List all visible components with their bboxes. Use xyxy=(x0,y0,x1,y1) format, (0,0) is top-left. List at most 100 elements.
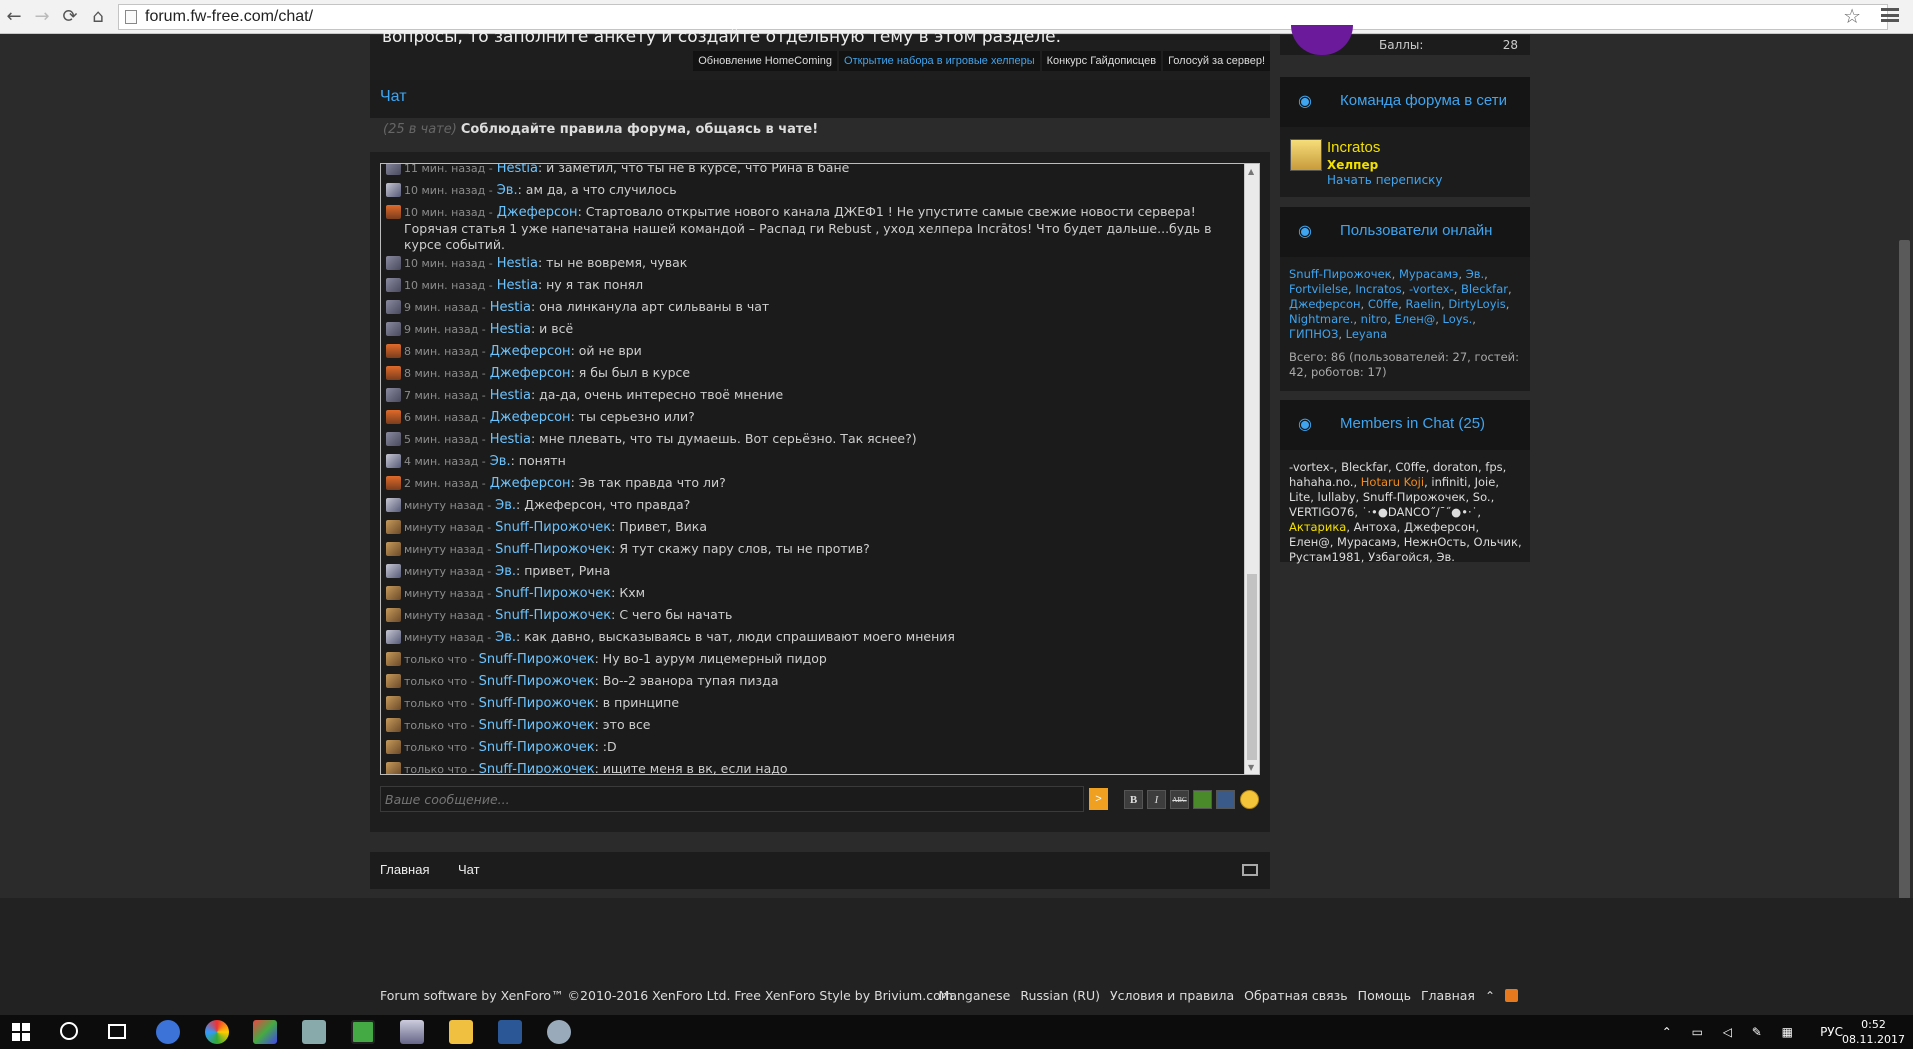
avatar[interactable] xyxy=(386,630,401,644)
word-app-icon[interactable] xyxy=(498,1020,522,1044)
chat-messages-box[interactable]: 11 мин. назад - Hestia: и заметил, что т… xyxy=(380,163,1260,775)
reload-button[interactable]: ⟳ xyxy=(56,3,84,31)
online-user-link[interactable]: Мурасамэ xyxy=(1399,267,1458,281)
avatar[interactable] xyxy=(386,674,401,688)
send-button[interactable]: > xyxy=(1089,788,1108,810)
smiley-icon[interactable] xyxy=(1240,790,1259,809)
message-author[interactable]: Эв. xyxy=(490,454,511,469)
avatar[interactable] xyxy=(1290,139,1322,171)
message-input[interactable] xyxy=(380,786,1084,812)
message-author[interactable]: Hestia xyxy=(497,278,538,293)
app-icon[interactable] xyxy=(547,1020,571,1044)
avatar[interactable] xyxy=(386,476,401,490)
clock[interactable]: 0:52 08.11.2017 xyxy=(1842,1017,1905,1047)
message-author[interactable]: Snuff-Пирожочек xyxy=(495,542,611,557)
avatar[interactable] xyxy=(386,432,401,446)
message-author[interactable]: Snuff-Пирожочек xyxy=(479,674,595,689)
chat-member-link[interactable]: doraton xyxy=(1433,460,1478,474)
message-author[interactable]: Hestia xyxy=(497,164,538,176)
online-user-link[interactable]: ГИПНОЗ xyxy=(1289,327,1338,341)
avatar[interactable] xyxy=(386,498,401,512)
avatar[interactable] xyxy=(386,183,401,197)
task-view-icon[interactable] xyxy=(108,1024,126,1039)
chat-member-link[interactable]: lullaby xyxy=(1318,490,1356,504)
message-author[interactable]: Snuff-Пирожочек xyxy=(495,586,611,601)
system-tray-icons[interactable]: ⌃ ▭ ◁ ✎ ▦ xyxy=(1662,1025,1801,1039)
chrome-app-icon[interactable] xyxy=(205,1020,229,1044)
avatar[interactable] xyxy=(386,410,401,424)
avatar[interactable] xyxy=(1291,25,1353,55)
footer-link-language[interactable]: Russian (RU) xyxy=(1020,988,1100,1003)
chat-member-link[interactable]: C0ffe xyxy=(1395,460,1425,474)
message-author[interactable]: Hestia xyxy=(497,256,538,271)
footer-link-contact[interactable]: Обратная связь xyxy=(1244,988,1348,1003)
search-icon[interactable] xyxy=(60,1022,78,1040)
browser-menu-icon[interactable] xyxy=(1881,6,1899,24)
message-author[interactable]: Snuff-Пирожочек xyxy=(495,608,611,623)
online-user-link[interactable]: -vortex- xyxy=(1409,282,1454,296)
message-author[interactable]: Эв. xyxy=(495,630,516,645)
message-author[interactable]: Hestia xyxy=(490,388,531,403)
home-button[interactable]: ⌂ xyxy=(84,3,112,31)
message-author[interactable]: Hestia xyxy=(490,432,531,447)
avatar[interactable] xyxy=(386,608,401,622)
chat-member-link[interactable]: Эв. xyxy=(1436,550,1454,564)
chat-member-link[interactable]: Елен@ xyxy=(1289,535,1330,549)
chat-member-link[interactable]: infiniti xyxy=(1431,475,1467,489)
chat-member-link[interactable]: Lite xyxy=(1289,490,1310,504)
avatar[interactable] xyxy=(386,388,401,402)
avatar[interactable] xyxy=(386,256,401,270)
start-conversation-link[interactable]: Начать переписку xyxy=(1327,173,1443,187)
strike-button[interactable]: ABC xyxy=(1170,790,1189,809)
bold-button[interactable]: B xyxy=(1124,790,1143,809)
message-author[interactable]: Snuff-Пирожочек xyxy=(479,718,595,733)
message-author[interactable]: Hestia xyxy=(490,322,531,337)
avatar[interactable] xyxy=(386,366,401,380)
message-author[interactable]: Snuff-Пирожочек xyxy=(479,762,595,774)
online-user-link[interactable]: C0ffe xyxy=(1368,297,1398,311)
scroll-down-icon[interactable]: ▼ xyxy=(1248,763,1254,772)
online-user-link[interactable]: Leyana xyxy=(1346,327,1387,341)
avatar[interactable] xyxy=(386,696,401,710)
avatar[interactable] xyxy=(386,344,401,358)
chat-member-link[interactable]: НежнОсть xyxy=(1404,535,1466,549)
app-icon[interactable] xyxy=(302,1020,326,1044)
avatar[interactable] xyxy=(386,718,401,732)
message-author[interactable]: Джеферсон xyxy=(490,476,571,491)
message-author[interactable]: Джеферсон xyxy=(497,205,578,220)
online-user-link[interactable]: Джеферсон xyxy=(1289,297,1361,311)
avatar[interactable] xyxy=(386,586,401,600)
forward-button[interactable]: → xyxy=(28,3,56,31)
notice-link[interactable]: Голосуй за сервер! xyxy=(1163,51,1270,71)
rss-icon[interactable] xyxy=(1505,989,1518,1002)
browser-app-icon[interactable] xyxy=(156,1020,180,1044)
back-button[interactable]: ← xyxy=(0,3,28,31)
online-user-link[interactable]: Incratos xyxy=(1355,282,1401,296)
chat-member-link[interactable]: Ольчик xyxy=(1474,535,1518,549)
online-user-link[interactable]: Елен@ xyxy=(1395,312,1436,326)
online-user-link[interactable]: DirtyLoyis xyxy=(1448,297,1505,311)
chat-member-link[interactable]: fps xyxy=(1485,460,1502,474)
chat-member-link[interactable]: Актарика xyxy=(1289,520,1346,534)
chat-member-link[interactable]: Рустам1981 xyxy=(1289,550,1361,564)
page-scrollbar-thumb[interactable] xyxy=(1899,240,1910,1010)
windows-start-icon[interactable] xyxy=(12,1023,30,1041)
avatar[interactable] xyxy=(386,322,401,336)
address-bar[interactable]: forum.fw-free.com/chat/ xyxy=(118,3,1888,30)
chat-member-link[interactable]: ˙·•●DANCO˝/¯˝●•·˙ xyxy=(1362,505,1478,519)
online-user-link[interactable]: Snuff-Пирожочек xyxy=(1289,267,1392,281)
image-icon[interactable] xyxy=(1193,790,1212,809)
nvidia-app-icon[interactable] xyxy=(351,1020,375,1044)
avatar[interactable] xyxy=(386,278,401,292)
footer-link-terms[interactable]: Условия и правила xyxy=(1110,988,1234,1003)
chat-member-link[interactable]: -vortex- xyxy=(1289,460,1334,474)
avatar[interactable] xyxy=(386,564,401,578)
nav-home-link[interactable]: Главная xyxy=(380,862,429,877)
avatar[interactable] xyxy=(386,300,401,314)
notice-link[interactable]: Открытие набора в игровые хелперы xyxy=(839,51,1040,71)
italic-button[interactable]: I xyxy=(1147,790,1166,809)
chat-member-link[interactable]: Узбагойся xyxy=(1368,550,1429,564)
avatar[interactable] xyxy=(386,740,401,754)
avatar[interactable] xyxy=(386,762,401,774)
avatar[interactable] xyxy=(386,164,401,175)
